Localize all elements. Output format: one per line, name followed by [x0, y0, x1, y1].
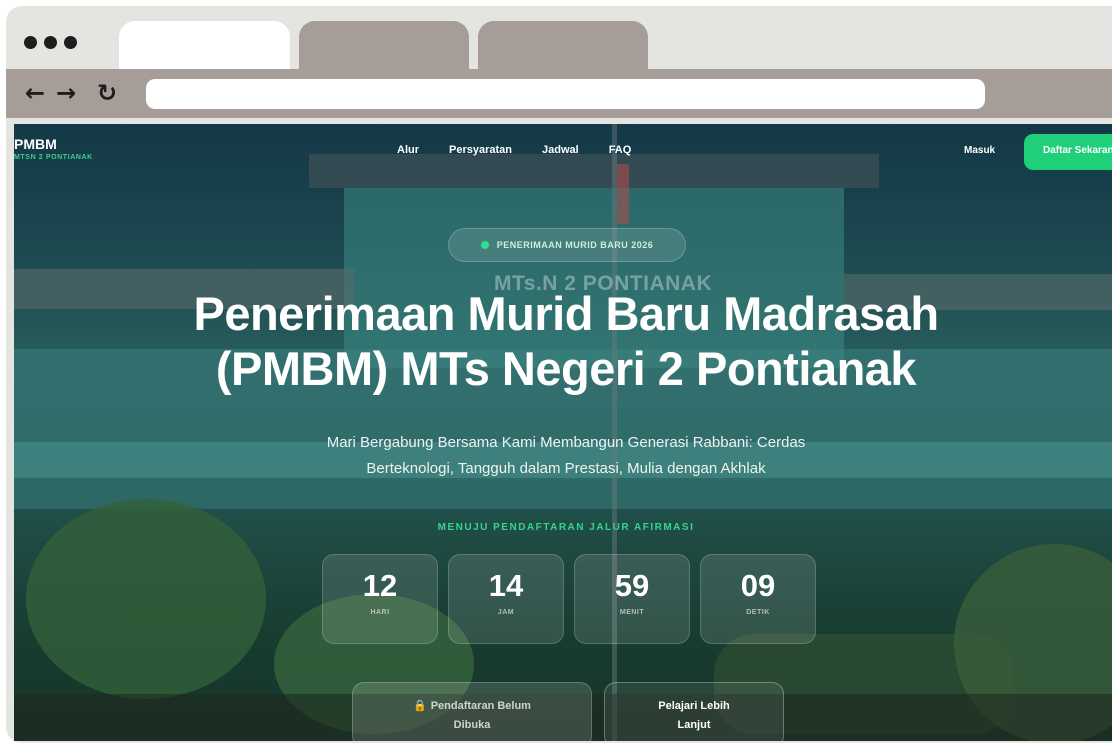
brand-title: PMBM	[14, 136, 57, 152]
countdown-days: 12 HARI	[322, 554, 438, 644]
countdown-seconds: 09 DETIK	[700, 554, 816, 644]
browser-window: ← → ↻ MTs.N 2 PONTIANAK PMBM MTSN 2 PONT…	[6, 6, 1112, 743]
learn-more-line-2: Lanjut	[677, 719, 711, 731]
maximize-dot-icon[interactable]	[64, 36, 77, 49]
reload-icon[interactable]: ↻	[94, 81, 120, 107]
learn-more-line-1: Pelajari Lebih	[658, 700, 730, 712]
tree-left-image	[26, 499, 266, 699]
arrow-left-icon[interactable]: ←	[22, 81, 48, 107]
page-title: Penerimaan Murid Baru Madrasah (PMBM) MT…	[74, 286, 1058, 396]
nav-link-faq[interactable]: FAQ	[609, 144, 632, 156]
title-line-1: Penerimaan Murid Baru Madrasah	[193, 287, 939, 340]
countdown-minutes: 59 MENIT	[574, 554, 690, 644]
registration-button-line-2: Dibuka	[453, 719, 491, 731]
nav-link-jadwal[interactable]: Jadwal	[542, 144, 579, 156]
nav-link-persyaratan[interactable]: Persyaratan	[449, 144, 512, 156]
countdown-minutes-value: 59	[614, 568, 650, 603]
site-brand[interactable]: PMBM MTSN 2 PONTIANAK	[14, 136, 93, 161]
lock-icon: 🔒	[413, 700, 427, 712]
browser-tab-active[interactable]	[119, 21, 290, 69]
page-viewport: MTs.N 2 PONTIANAK PMBM MTSN 2 PONTIANAK …	[14, 124, 1112, 741]
countdown-seconds-value: 09	[740, 568, 776, 603]
status-dot-icon	[480, 241, 489, 249]
countdown-timer: 12 HARI 14 JAM 59 MENIT 09 DETIK	[322, 554, 816, 644]
minimize-dot-icon[interactable]	[44, 36, 57, 49]
subtitle-line-1: Mari Bergabung Bersama Kami Membangun Ge…	[326, 434, 806, 451]
registration-closed-button[interactable]: 🔒 Pendaftaran Belum Dibuka	[352, 682, 592, 741]
admission-badge: PENERIMAAN MURID BARU 2026	[448, 228, 686, 262]
login-link[interactable]: Masuk	[964, 145, 995, 156]
browser-toolbar: ← → ↻	[6, 69, 1112, 118]
nav-link-alur[interactable]: Alur	[397, 144, 419, 156]
hero-actions: 🔒 Pendaftaran Belum Dibuka Pelajari Lebih…	[352, 682, 784, 741]
countdown-minutes-unit: MENIT	[619, 609, 645, 616]
building-roof-image	[309, 154, 879, 188]
title-line-2: (PMBM) MTs Negeri 2 Pontianak	[215, 342, 917, 395]
registration-button-line-1: 🔒 Pendaftaran Belum	[353, 697, 591, 716]
countdown-hours-value: 14	[488, 568, 524, 603]
countdown-days-unit: HARI	[370, 609, 390, 616]
browser-tab-3[interactable]	[478, 21, 648, 69]
url-bar[interactable]	[146, 79, 985, 109]
subtitle-line-2: Berteknologi, Tangguh dalam Prestasi, Mu…	[366, 460, 766, 477]
countdown-hours-unit: JAM	[497, 609, 515, 616]
window-controls	[24, 36, 77, 49]
brand-subtitle: MTSN 2 PONTIANAK	[14, 154, 93, 161]
countdown-hours: 14 JAM	[448, 554, 564, 644]
countdown-label: MENUJU PENDAFTARAN JALUR AFIRMASI	[437, 522, 695, 533]
flag-image	[617, 164, 629, 224]
arrow-right-icon[interactable]: →	[53, 81, 79, 107]
countdown-seconds-unit: DETIK	[746, 609, 770, 616]
registration-button-text-1: Pendaftaran Belum	[430, 700, 531, 712]
learn-more-button[interactable]: Pelajari Lebih Lanjut	[604, 682, 784, 741]
close-dot-icon[interactable]	[24, 36, 37, 49]
site-nav: Alur Persyaratan Jadwal FAQ	[397, 144, 631, 156]
browser-tab-2[interactable]	[299, 21, 469, 69]
register-now-button[interactable]: Daftar Sekarang	[1024, 134, 1112, 170]
countdown-days-value: 12	[362, 568, 398, 603]
hero-subtitle: Mari Bergabung Bersama Kami Membangun Ge…	[244, 430, 888, 482]
badge-label: PENERIMAAN MURID BARU 2026	[496, 240, 654, 250]
